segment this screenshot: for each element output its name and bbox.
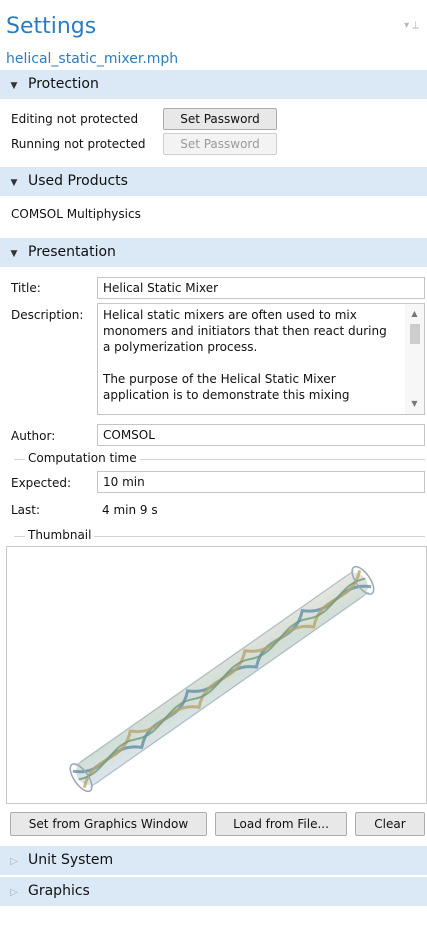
description-paragraph-2: The purpose of the Helical Static Mixer … xyxy=(103,372,350,402)
description-paragraph-1: Helical static mixers are often used to … xyxy=(103,308,387,354)
pin-icon[interactable]: ▾ ⟂ xyxy=(404,20,419,31)
product-name: COMSOL Multiphysics xyxy=(11,207,141,221)
title-label: Title: xyxy=(11,281,41,295)
last-time-value: 4 min 9 s xyxy=(102,503,158,517)
triangle-right-icon: ▷ xyxy=(10,856,18,867)
expected-time-field[interactable]: 10 min xyxy=(97,471,425,493)
settings-title: Settings xyxy=(6,14,97,39)
description-label: Description: xyxy=(11,308,84,322)
set-from-graphics-button[interactable]: Set from Graphics Window xyxy=(10,812,207,836)
thumbnail-label: Thumbnail xyxy=(25,528,95,542)
helical-mixer-thumbnail xyxy=(69,565,375,793)
set-running-password-button[interactable]: Set Password xyxy=(163,133,277,155)
clear-thumbnail-button[interactable]: Clear xyxy=(355,812,425,836)
scroll-down-icon[interactable]: ▼ xyxy=(405,396,424,412)
section-protection-label: Protection xyxy=(28,76,99,92)
thumbnail-image xyxy=(6,546,427,804)
scroll-thumb[interactable] xyxy=(410,324,420,344)
editing-status-label: Editing not protected xyxy=(11,112,139,126)
file-name: helical_static_mixer.mph xyxy=(6,51,179,67)
section-unit-system[interactable]: ▷ Unit System xyxy=(0,846,427,875)
section-used-products[interactable]: ▼ Used Products xyxy=(0,167,427,196)
computation-time-label: Computation time xyxy=(25,451,140,465)
section-unit-system-label: Unit System xyxy=(28,852,114,868)
set-editing-password-button[interactable]: Set Password xyxy=(163,108,277,130)
section-graphics-label: Graphics xyxy=(28,883,90,899)
last-label: Last: xyxy=(11,503,41,517)
triangle-down-icon: ▼ xyxy=(10,81,18,91)
section-used-products-label: Used Products xyxy=(28,173,128,189)
section-protection[interactable]: ▼ Protection xyxy=(0,70,427,99)
section-presentation[interactable]: ▼ Presentation xyxy=(0,238,427,267)
description-scrollbar[interactable]: ▲ ▼ xyxy=(405,304,424,414)
section-graphics[interactable]: ▷ Graphics xyxy=(0,877,427,906)
running-status-label: Running not protected xyxy=(11,137,146,151)
triangle-down-icon: ▼ xyxy=(10,249,18,259)
section-presentation-label: Presentation xyxy=(28,244,116,260)
title-field[interactable]: Helical Static Mixer xyxy=(97,277,425,299)
triangle-right-icon: ▷ xyxy=(10,887,18,898)
author-field[interactable]: COMSOL xyxy=(97,424,425,446)
scroll-up-icon[interactable]: ▲ xyxy=(405,306,424,322)
author-label: Author: xyxy=(11,429,56,443)
triangle-down-icon: ▼ xyxy=(10,178,18,188)
load-from-file-button[interactable]: Load from File... xyxy=(215,812,347,836)
description-field[interactable]: Helical static mixers are often used to … xyxy=(97,303,425,415)
expected-label: Expected: xyxy=(11,476,72,490)
